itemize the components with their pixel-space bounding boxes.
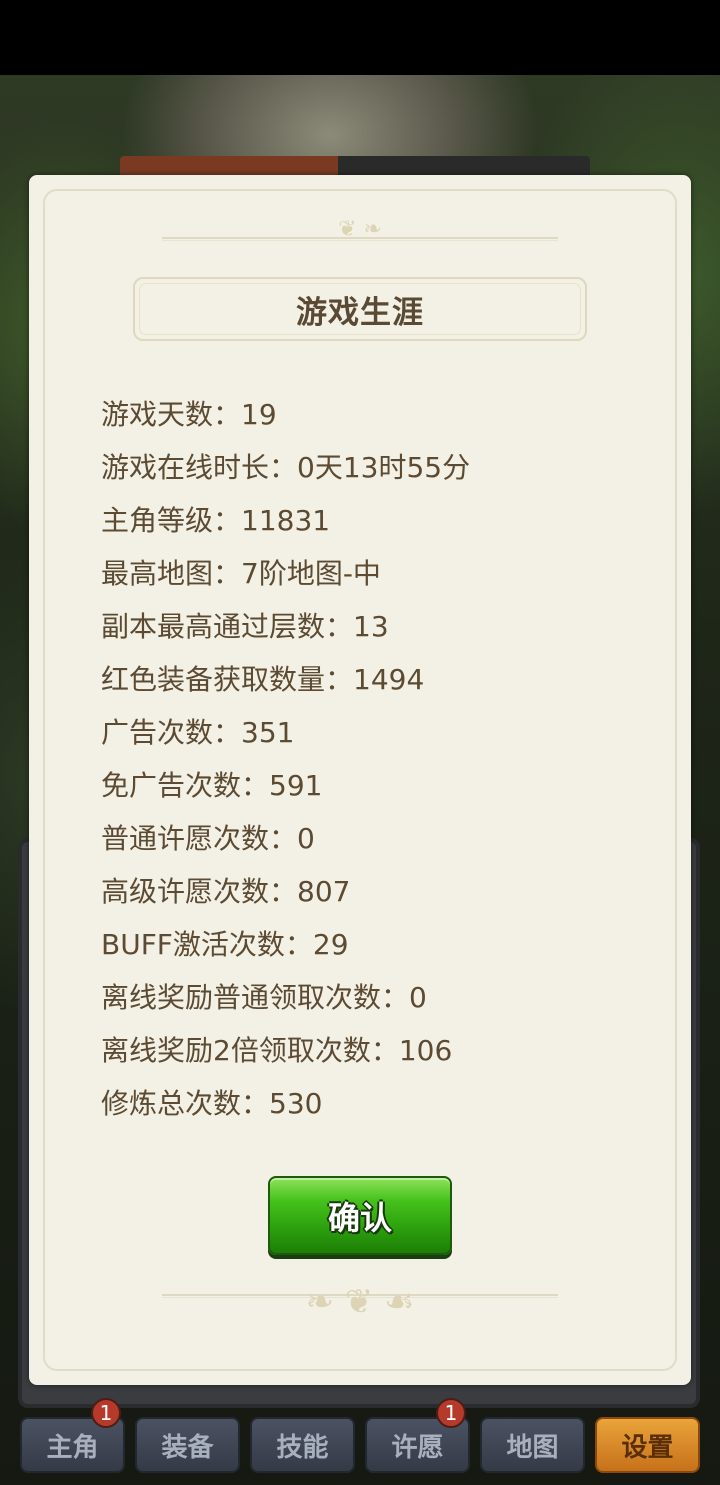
stat-normal-wish: 普通许愿次数：0 xyxy=(101,822,315,855)
stat-ad-free-count: 免广告次数：591 xyxy=(101,769,323,802)
stat-cultivation-total: 修炼总次数：530 xyxy=(101,1087,323,1120)
tab-wish-badge: 1 xyxy=(436,1398,466,1428)
stat-dungeon-floor: 副本最高通过层数：13 xyxy=(101,610,389,643)
tab-wish-label: 许愿 xyxy=(391,1432,444,1463)
tab-skills-label: 技能 xyxy=(276,1432,329,1463)
tab-map-label: 地图 xyxy=(506,1432,559,1463)
tab-hero-badge: 1 xyxy=(91,1398,121,1428)
stat-highest-map: 最高地图：7阶地图-中 xyxy=(101,557,381,590)
game-career-dialog: ❦ ❧ 游戏生涯 游戏天数：19 游戏在线时长：0天13时55分 主角等级：11… xyxy=(29,175,691,1385)
stats-list: 游戏天数：19 游戏在线时长：0天13时55分 主角等级：11831 最高地图：… xyxy=(101,388,661,1130)
tab-hero-label: 主角 xyxy=(46,1432,99,1463)
tab-skills[interactable]: 技能 xyxy=(250,1417,355,1473)
stat-offline-normal: 离线奖励普通领取次数：0 xyxy=(101,981,427,1014)
dialog-title: 游戏生涯 xyxy=(296,294,424,331)
stat-play-days: 游戏天数：19 xyxy=(101,398,277,431)
tab-equipment[interactable]: 装备 xyxy=(135,1417,240,1473)
stat-red-equipment: 红色装备获取数量：1494 xyxy=(101,663,425,696)
bottom-tab-bar: 主角 1 装备 技能 许愿 1 地图 设置 xyxy=(18,1398,708,1475)
top-flourish-icon: ❦ ❧ xyxy=(338,217,382,242)
confirm-button[interactable]: 确认 xyxy=(268,1176,452,1255)
stat-advanced-wish: 高级许愿次数：807 xyxy=(101,875,351,908)
stat-buff-activations: BUFF激活次数：29 xyxy=(101,928,349,961)
tab-map[interactable]: 地图 xyxy=(480,1417,585,1473)
tab-equipment-label: 装备 xyxy=(161,1432,214,1463)
tab-settings-label: 设置 xyxy=(621,1432,674,1463)
confirm-button-label: 确认 xyxy=(327,1198,392,1237)
tab-wish[interactable]: 许愿 1 xyxy=(365,1398,470,1473)
title-banner: 游戏生涯 xyxy=(133,277,587,341)
tab-settings[interactable]: 设置 xyxy=(595,1417,700,1473)
stat-ad-count: 广告次数：351 xyxy=(101,716,295,749)
stat-hero-level: 主角等级：11831 xyxy=(101,504,331,537)
tab-hero[interactable]: 主角 1 xyxy=(20,1398,125,1473)
stat-online-time: 游戏在线时长：0天13时55分 xyxy=(101,451,471,484)
stat-offline-double: 离线奖励2倍领取次数：106 xyxy=(101,1034,453,1067)
bottom-flourish-icon: ❧ ❦ ☙ xyxy=(305,1282,415,1322)
